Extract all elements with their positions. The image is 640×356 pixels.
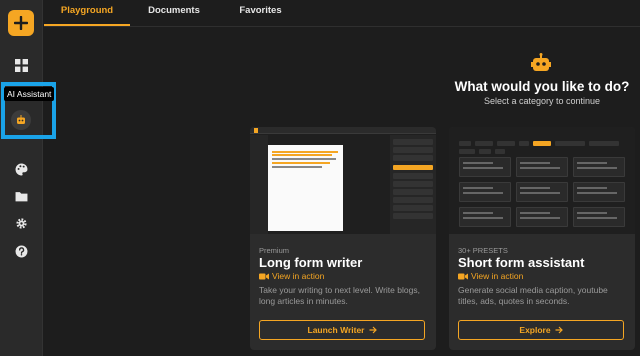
card-tag: Premium bbox=[259, 246, 290, 255]
sidebar bbox=[0, 0, 43, 356]
palette-icon bbox=[15, 163, 27, 175]
sidebar-item-settings[interactable] bbox=[13, 215, 29, 231]
view-in-action-label: View in action bbox=[471, 271, 524, 281]
top-tabs: Playground Documents Favorites bbox=[44, 0, 640, 27]
explore-button[interactable]: Explore bbox=[458, 320, 624, 340]
folder-icon bbox=[15, 191, 27, 201]
add-button[interactable] bbox=[8, 10, 34, 36]
card-description: Take your writing to next level. Write b… bbox=[259, 285, 420, 306]
plus-icon bbox=[14, 16, 28, 30]
sidebar-item-help[interactable] bbox=[13, 243, 29, 259]
long-form-writer-preview bbox=[250, 127, 436, 234]
launch-writer-label: Launch Writer bbox=[307, 325, 365, 335]
video-icon bbox=[458, 273, 468, 279]
sidebar-item-files[interactable] bbox=[13, 188, 29, 204]
tab-documents[interactable]: Documents bbox=[130, 0, 218, 26]
video-icon bbox=[259, 273, 269, 279]
sidebar-item-themes[interactable] bbox=[13, 161, 29, 177]
app-root: AI Assistant Playground Documents Favori… bbox=[0, 0, 640, 356]
launch-writer-button[interactable]: Launch Writer bbox=[259, 320, 425, 340]
grid-icon bbox=[14, 58, 28, 72]
tab-playground[interactable]: Playground bbox=[44, 0, 130, 26]
sidebar-item-dashboard[interactable] bbox=[13, 57, 29, 73]
view-in-action-label: View in action bbox=[272, 271, 325, 281]
view-in-action-link[interactable]: View in action bbox=[259, 271, 324, 281]
page-heading: What would you like to do? bbox=[454, 79, 630, 94]
card-description: Generate social media caption, youtube t… bbox=[458, 285, 608, 306]
explore-label: Explore bbox=[519, 325, 551, 335]
card-title: Long form writer bbox=[259, 255, 363, 270]
short-form-assistant-preview bbox=[449, 127, 635, 234]
ai-assistant-tooltip: AI Assistant bbox=[4, 87, 55, 101]
gear-icon bbox=[15, 217, 27, 229]
view-in-action-link[interactable]: View in action bbox=[458, 271, 523, 281]
card-long-form-writer: Premium Long form writer View in action … bbox=[250, 127, 436, 350]
arrow-right-icon bbox=[555, 326, 563, 334]
card-tag: 30+ PRESETS bbox=[458, 246, 508, 255]
arrow-right-icon bbox=[369, 326, 377, 334]
question-icon bbox=[15, 245, 27, 257]
card-title: Short form assistant bbox=[458, 255, 585, 270]
card-short-form-assistant: 30+ PRESETS Short form assistant View in… bbox=[449, 127, 635, 350]
tab-favorites[interactable]: Favorites bbox=[218, 0, 303, 26]
page-subheading: Select a category to continue bbox=[483, 96, 601, 106]
robot-icon bbox=[531, 53, 551, 71]
